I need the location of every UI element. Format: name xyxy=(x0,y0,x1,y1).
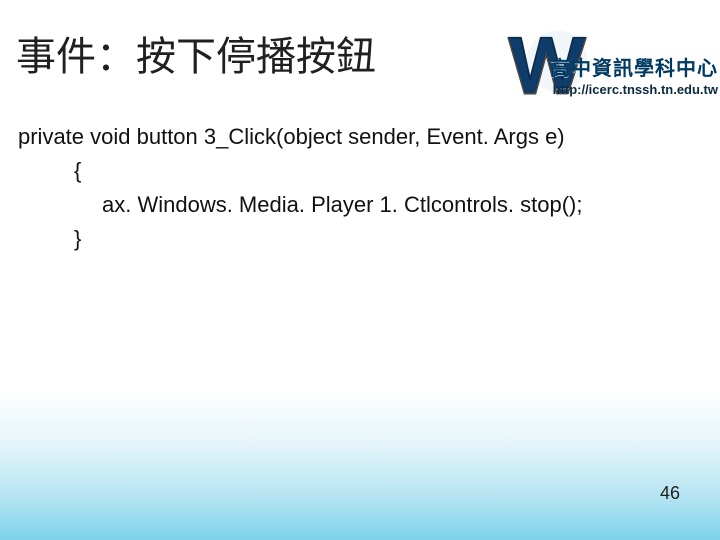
brand-title: 高中資訊學科中心 xyxy=(550,52,718,81)
code-line-1: private void button 3_Click(object sende… xyxy=(18,120,696,154)
code-line-2: { xyxy=(18,154,696,188)
page-number: 46 xyxy=(660,483,680,504)
brand-header: 高中資訊學科中心 http://icerc.tnssh.tn.edu.tw xyxy=(468,24,720,114)
brand-url: http://icerc.tnssh.tn.edu.tw xyxy=(553,82,718,97)
code-block: private void button 3_Click(object sende… xyxy=(18,120,696,256)
slide-title: 事件：按下停播按鈕 xyxy=(16,24,376,82)
code-line-3: ax. Windows. Media. Player 1. Ctlcontrol… xyxy=(18,188,696,222)
code-line-4: } xyxy=(18,222,696,256)
